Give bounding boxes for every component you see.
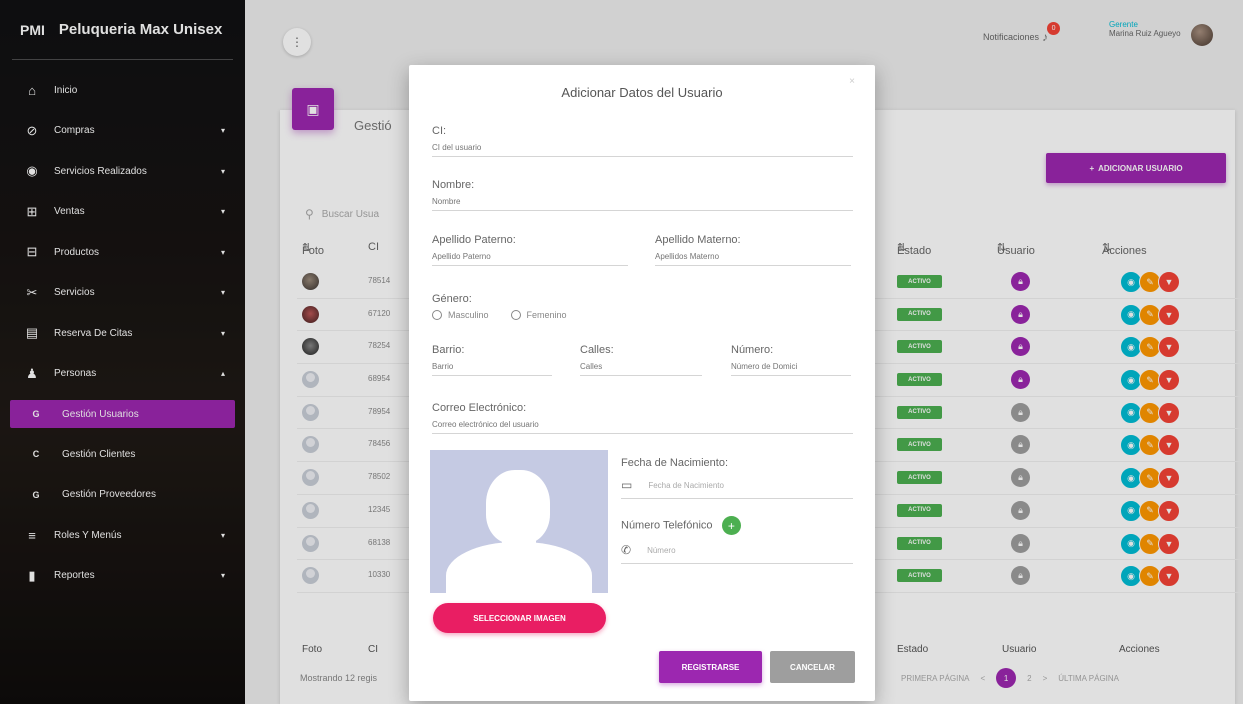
ci-label: CI: xyxy=(432,125,447,137)
numero-domicilio-input[interactable] xyxy=(731,356,851,376)
genero-label: Género: xyxy=(432,293,472,305)
calles-label: Calles: xyxy=(580,344,614,356)
apellido-materno-label: Apellido Materno: xyxy=(655,234,741,246)
barrio-label: Barrio: xyxy=(432,344,465,356)
fecha-nacimiento-label: Fecha de Nacimiento: xyxy=(621,457,728,469)
select-image-button[interactable]: SELECCIONAR IMAGEN xyxy=(433,603,606,633)
barrio-input[interactable] xyxy=(432,356,552,376)
modal-title: Adicionar Datos del Usuario xyxy=(561,85,723,100)
fecha-nacimiento-row: ▭ Fecha de Nacimiento xyxy=(621,478,853,499)
apellido-materno-field: Apellido Materno: xyxy=(655,234,851,266)
calendar-icon: ▭ xyxy=(621,478,633,492)
telefono-label: Número Telefónico xyxy=(621,519,713,532)
avatar-body-shape xyxy=(446,542,592,593)
radio-circle[interactable] xyxy=(432,310,442,320)
add-phone-button[interactable]: + xyxy=(721,516,741,535)
apellido-paterno-input[interactable] xyxy=(432,246,628,266)
numero-label: Número: xyxy=(731,344,774,356)
femenino-radio[interactable]: Femenino xyxy=(510,310,567,320)
phone-icon: ✆ xyxy=(621,543,632,557)
genero-radio-group: Masculino Femenino xyxy=(432,310,567,320)
correo-field: Correo Electrónico: xyxy=(432,402,853,434)
nombre-input[interactable] xyxy=(432,191,853,211)
masculino-radio[interactable]: Masculino xyxy=(432,310,489,320)
apellido-materno-input[interactable] xyxy=(655,246,851,266)
barrio-field: Barrio: xyxy=(432,344,552,376)
telefono-field: Número Telefónico + xyxy=(621,516,741,535)
close-icon[interactable]: × xyxy=(849,76,855,87)
femenino-label: Femenino xyxy=(526,310,567,320)
correo-label: Correo Electrónico: xyxy=(432,402,527,414)
fecha-nacimiento-input[interactable]: Fecha de Nacimiento xyxy=(648,481,724,490)
apellido-paterno-field: Apellido Paterno: xyxy=(432,234,628,266)
cancel-button[interactable]: CANCELAR xyxy=(770,651,855,683)
calles-field: Calles: xyxy=(580,344,702,376)
telefono-row: ✆ Número xyxy=(621,543,853,564)
nombre-label: Nombre: xyxy=(432,179,475,191)
telefono-input[interactable]: Número xyxy=(647,546,675,555)
fecha-nacimiento-field: Fecha de Nacimiento: xyxy=(621,457,728,469)
ci-field: CI: xyxy=(432,125,853,157)
add-user-modal: Adicionar Datos del Usuario × CI: Nombre… xyxy=(409,65,875,701)
profile-image-preview xyxy=(430,450,608,593)
calles-input[interactable] xyxy=(580,356,702,376)
radio-circle[interactable] xyxy=(510,310,521,320)
ci-input[interactable] xyxy=(432,137,853,157)
nombre-field: Nombre: xyxy=(432,179,853,211)
numero-domicilio-field: Número: xyxy=(731,344,851,376)
genero-field: Género: xyxy=(432,293,472,305)
masculino-label: Masculino xyxy=(448,310,489,320)
apellido-paterno-label: Apellido Paterno: xyxy=(432,234,516,246)
correo-input[interactable] xyxy=(432,414,853,434)
register-button[interactable]: REGISTRARSE xyxy=(659,651,762,683)
